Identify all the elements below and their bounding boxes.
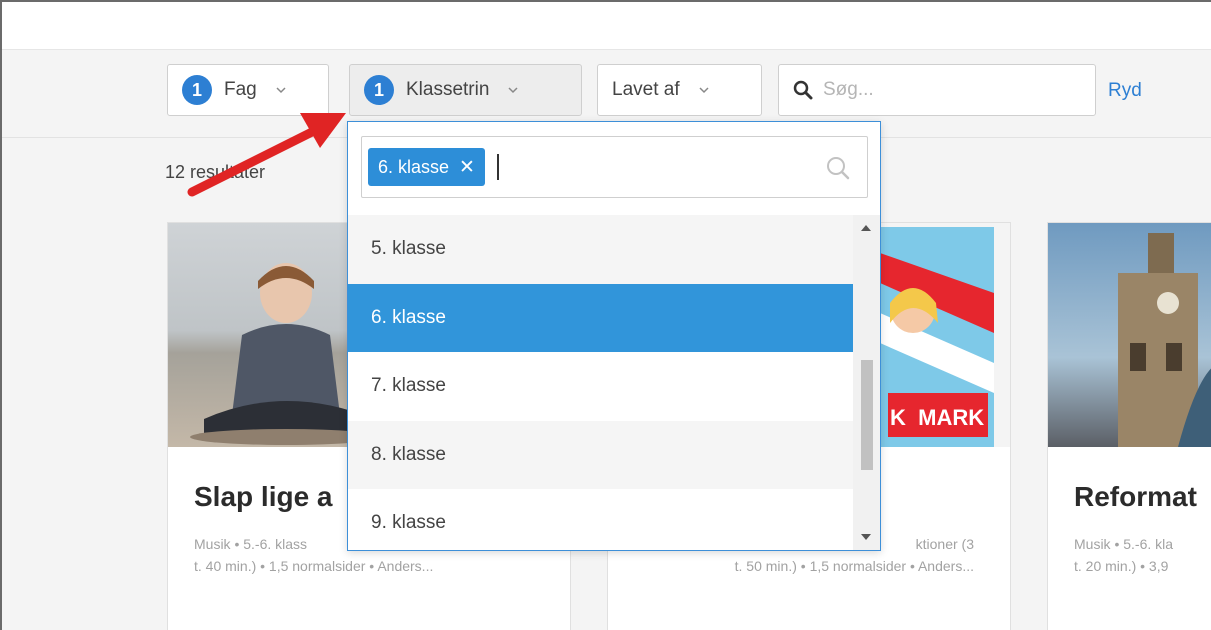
- results-count: 12 resultater: [165, 162, 266, 182]
- poster-text: K MARK: [890, 405, 985, 430]
- filter-lavet-af-button[interactable]: Lavet af: [597, 64, 762, 116]
- klassetrin-dropdown: 6. klasse ✕ 5. klasse 6. klasse 7. klass…: [347, 121, 881, 551]
- filter-count-badge: 1: [182, 75, 212, 105]
- card-image: [1048, 223, 1211, 447]
- scrollbar-thumb[interactable]: [861, 360, 873, 470]
- filter-label: Klassetrin: [406, 79, 490, 100]
- card-meta: Musik • 5.-6. kla t. 20 min.) • 3,9: [1074, 536, 1174, 574]
- search-icon: [827, 157, 850, 180]
- search-icon: [793, 80, 813, 100]
- card-title: Slap lige a: [194, 481, 333, 512]
- option-7-klasse[interactable]: 7. klasse: [348, 352, 853, 421]
- chevron-down-icon: [276, 87, 286, 94]
- chevron-down-icon: [699, 87, 709, 94]
- chevron-down-icon: [508, 87, 518, 94]
- dropdown-search-field[interactable]: 6. klasse ✕: [361, 136, 868, 198]
- result-card[interactable]: Reformat Musik • 5.-6. kla t. 20 min.) •…: [1047, 222, 1211, 630]
- card-title: Reformat: [1074, 481, 1197, 512]
- chip-label: 6. klasse: [378, 156, 450, 177]
- clear-filters-link[interactable]: Ryd: [1108, 80, 1142, 102]
- filter-klassetrin-button[interactable]: 1 Klassetrin: [349, 64, 582, 116]
- search-input[interactable]: [823, 79, 1063, 101]
- option-5-klasse[interactable]: 5. klasse: [348, 215, 853, 284]
- option-9-klasse[interactable]: 9. klasse: [348, 489, 853, 550]
- text-caret: [496, 154, 499, 180]
- remove-chip-icon[interactable]: ✕: [459, 156, 475, 179]
- option-6-klasse[interactable]: 6. klasse: [348, 283, 853, 352]
- building-illustration: [1118, 233, 1211, 447]
- scrollbar[interactable]: [853, 215, 880, 550]
- filter-label: Lavet af: [612, 79, 680, 100]
- filter-label: Fag: [224, 79, 257, 100]
- option-8-klasse[interactable]: 8. klasse: [348, 420, 853, 489]
- scroll-down-icon[interactable]: [861, 534, 871, 540]
- filter-fag-button[interactable]: 1 Fag: [167, 64, 329, 116]
- scroll-up-icon[interactable]: [861, 225, 871, 231]
- options-list: 5. klasse 6. klasse 7. klasse 8. klasse …: [348, 215, 853, 550]
- top-bar: [2, 2, 1211, 50]
- search-box: [778, 64, 1096, 116]
- filter-count-badge: 1: [364, 75, 394, 105]
- selected-chip: 6. klasse ✕: [368, 148, 485, 186]
